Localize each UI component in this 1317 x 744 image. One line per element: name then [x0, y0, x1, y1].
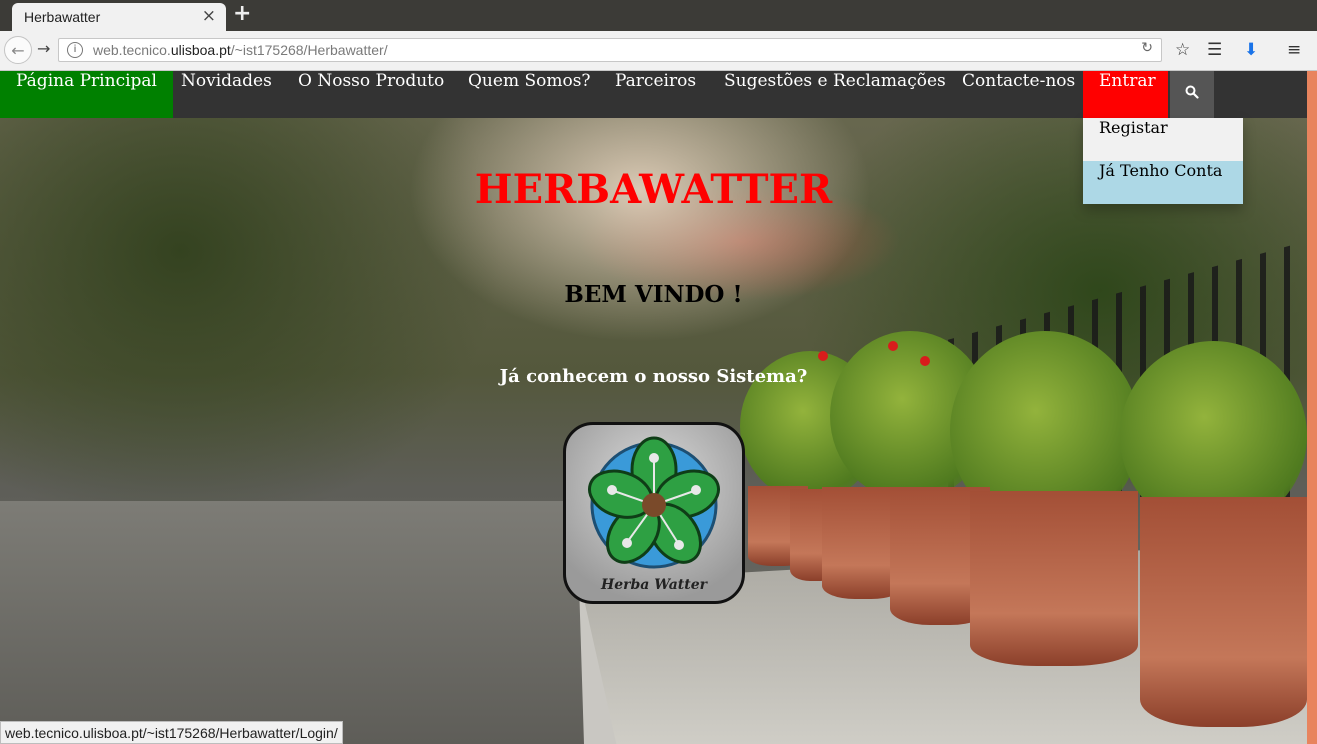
back-arrow-icon[interactable]: ←: [4, 36, 32, 64]
browser-toolbar: ← → i web.tecnico.ulisboa.pt/~ist175268/…: [0, 31, 1317, 71]
logo-wordmark: Herba Watter: [600, 577, 708, 593]
download-icon[interactable]: ⬇: [1244, 40, 1258, 60]
search-icon: [1185, 85, 1199, 99]
flower-image: [888, 341, 898, 351]
welcome-heading: BEM VINDO !: [564, 281, 743, 308]
flower-pot: [970, 491, 1138, 666]
new-tab-icon[interactable]: +: [233, 1, 251, 26]
dropdown-item-registar[interactable]: Registar: [1083, 118, 1243, 161]
nav-pagina-principal[interactable]: Página Principal: [0, 71, 173, 118]
herbawatter-logo[interactable]: Herba Watter: [563, 422, 745, 604]
browser-tab-bar: Herbawatter × +: [0, 0, 1317, 31]
nav-o-nosso-produto[interactable]: O Nosso Produto: [282, 71, 460, 118]
search-button[interactable]: [1170, 71, 1214, 118]
site-navbar: Página Principal Novidades O Nosso Produ…: [0, 71, 1307, 118]
reading-list-icon[interactable]: ☰: [1207, 40, 1222, 60]
tab-close-icon[interactable]: ×: [202, 6, 216, 26]
nav-contacte-nos[interactable]: Contacte-nos: [946, 71, 1091, 118]
info-icon[interactable]: i: [67, 42, 83, 58]
nav-entrar[interactable]: Entrar: [1083, 71, 1168, 118]
leaf-logo-icon: [588, 436, 720, 569]
status-bar: web.tecnico.ulisboa.pt/~ist175268/Herbaw…: [0, 721, 343, 744]
scrollbar-accent[interactable]: [1307, 71, 1317, 744]
nav-quem-somos[interactable]: Quem Somos?: [452, 71, 607, 118]
bookmark-star-icon[interactable]: ☆: [1175, 40, 1190, 60]
intro-question: Já conhecem o nosso Sistema?: [499, 366, 808, 387]
menu-icon[interactable]: ≡: [1287, 40, 1301, 60]
flower-image: [920, 356, 930, 366]
reload-icon[interactable]: ↻: [1141, 40, 1153, 56]
browser-tab[interactable]: Herbawatter ×: [12, 3, 226, 31]
tab-title: Herbawatter: [24, 9, 101, 25]
nav-novidades[interactable]: Novidades: [165, 71, 288, 118]
road-image: [0, 501, 600, 744]
flower-pot: [1140, 497, 1307, 727]
site-title: HERBAWATTER: [474, 166, 833, 213]
address-bar[interactable]: i web.tecnico.ulisboa.pt/~ist175268/Herb…: [58, 38, 1162, 62]
url-text: web.tecnico.ulisboa.pt/~ist175268/Herbaw…: [93, 42, 388, 58]
flower-image: [818, 351, 828, 361]
forward-arrow-icon[interactable]: →: [37, 39, 50, 58]
nav-sugestoes-reclamacoes[interactable]: Sugestões e Reclamações: [708, 71, 962, 118]
nav-parceiros[interactable]: Parceiros: [599, 71, 712, 118]
